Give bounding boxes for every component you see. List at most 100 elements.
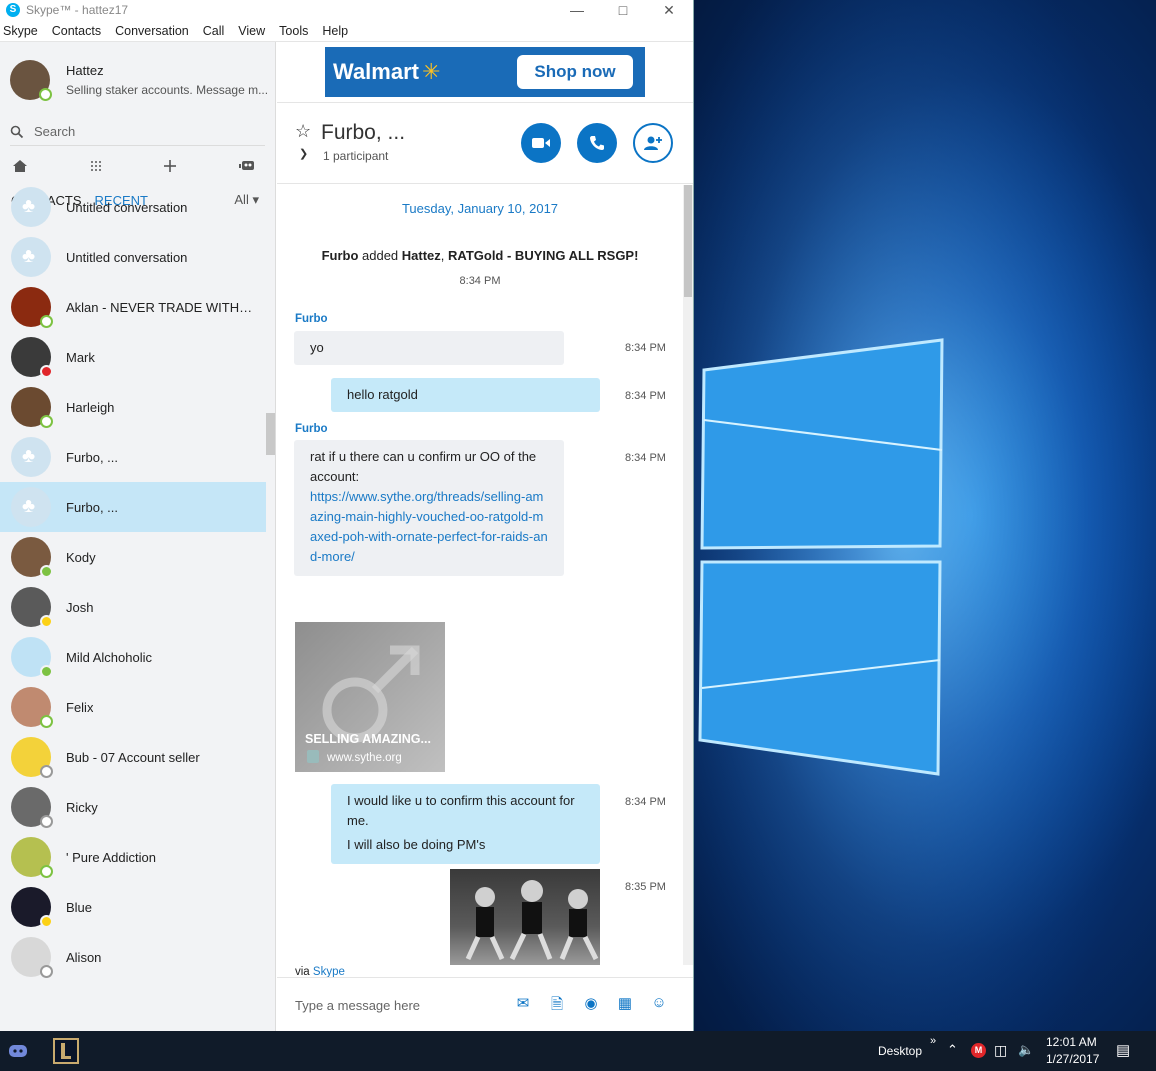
menu-bar: Skype Contacts Conversation Call View To… — [0, 20, 693, 42]
menu-tools[interactable]: Tools — [279, 24, 308, 38]
desktop-wallpaper — [694, 0, 1156, 1031]
ad-shop-button[interactable]: Shop now — [517, 55, 633, 89]
spark-icon: ✳ — [421, 59, 441, 84]
contact-row[interactable]: Alison — [0, 932, 266, 982]
video-message-icon[interactable]: ◉ — [581, 994, 601, 1014]
menu-conversation[interactable]: Conversation — [115, 24, 189, 38]
contact-avatar — [11, 887, 53, 928]
discord-app-icon[interactable] — [2, 1035, 34, 1067]
online-check-status-icon — [40, 665, 53, 678]
toolbar-overflow-icon[interactable]: » — [930, 1035, 936, 1047]
menu-call[interactable]: Call — [203, 24, 225, 38]
clock-date[interactable]: 1/27/2017 — [1046, 1052, 1099, 1066]
message-composer[interactable]: Type a message here ✉ 🗎 ◉ ▦ ☺ — [277, 977, 693, 1031]
away-status-icon — [40, 615, 53, 628]
favorite-star-icon[interactable]: ☆ — [295, 121, 311, 142]
conversation-header: ☆ Furbo, ... ❯ 1 participant — [277, 102, 693, 184]
menu-help[interactable]: Help — [322, 24, 348, 38]
send-file-icon[interactable]: 🗎 — [547, 994, 567, 1014]
contact-row[interactable]: Ricky — [0, 782, 266, 832]
dancers-image — [465, 880, 599, 961]
video-call-button[interactable] — [521, 123, 561, 163]
contact-name: Alison — [66, 949, 102, 965]
contact-avatar — [11, 687, 53, 728]
message-text: rat if u there can u confirm ur OO of th… — [310, 449, 537, 484]
antivirus-tray-icon[interactable]: M — [971, 1043, 986, 1058]
date-separator: Tuesday, January 10, 2017 — [401, 201, 559, 216]
profile-avatar[interactable] — [10, 60, 52, 101]
message-sender[interactable]: Furbo — [295, 423, 328, 435]
group-avatar-icon — [11, 487, 51, 527]
add-participant-button[interactable] — [633, 123, 673, 163]
search-input[interactable]: Search — [34, 124, 75, 139]
menu-view[interactable]: View — [238, 24, 265, 38]
contact-row[interactable]: Mark — [0, 332, 266, 382]
contact-name: Furbo, ... — [66, 499, 119, 515]
contact-row[interactable]: Mild Alchoholic — [0, 632, 266, 682]
clock-time[interactable]: 12:01 AM — [1046, 1035, 1097, 1049]
contact-avatar — [11, 837, 53, 878]
ad-banner[interactable]: Walmart ✳ Shop now — [325, 47, 645, 97]
image-attachment[interactable] — [450, 869, 600, 965]
action-center-icon[interactable]: ▤ — [1116, 1041, 1130, 1059]
shield-icon — [307, 750, 319, 763]
menu-contacts[interactable]: Contacts — [52, 24, 101, 38]
message-history: Tuesday, January 10, 2017 Furbo added Ha… — [277, 185, 683, 965]
maximize-button[interactable]: □ — [600, 0, 646, 20]
profile-mood[interactable]: Selling staker accounts. Message m... — [66, 83, 268, 97]
home-icon[interactable] — [12, 159, 28, 173]
search-box[interactable]: Search — [10, 118, 265, 146]
show-hidden-icons[interactable]: ⌃ — [947, 1042, 958, 1058]
message-bubble-incoming[interactable]: rat if u there can u confirm ur OO of th… — [294, 440, 564, 576]
contact-row[interactable]: Blue — [0, 882, 266, 932]
contact-row[interactable]: Josh — [0, 582, 266, 632]
message-bubble-incoming[interactable]: yo — [294, 331, 564, 365]
contact-row[interactable]: Furbo, ... — [0, 432, 266, 482]
sidebar-scrollbar[interactable] — [266, 413, 275, 455]
send-contact-icon[interactable]: ▦ — [615, 994, 635, 1014]
league-app-icon[interactable] — [50, 1035, 82, 1067]
volume-icon[interactable]: 🔈 — [1018, 1042, 1034, 1058]
desktop-toolbar[interactable]: Desktop — [878, 1044, 922, 1058]
bot-icon[interactable] — [238, 159, 257, 173]
profile-card[interactable]: Hattez Selling staker accounts. Message … — [0, 42, 275, 118]
message-sender[interactable]: Furbo — [295, 313, 328, 325]
contact-row[interactable]: Furbo, ... — [0, 482, 266, 532]
participant-count[interactable]: 1 participant — [323, 149, 388, 163]
conversation-title[interactable]: Furbo, ... — [321, 121, 405, 145]
close-button[interactable]: ✕ — [646, 0, 692, 20]
contact-row[interactable]: Harleigh — [0, 382, 266, 432]
contact-row[interactable]: Bub - 07 Account seller — [0, 732, 266, 782]
dialpad-icon[interactable] — [90, 160, 102, 172]
network-icon[interactable]: ◫ — [994, 1042, 1007, 1059]
contact-name: Mark — [66, 349, 95, 365]
contact-row[interactable]: Kody — [0, 532, 266, 582]
unknown-status-icon — [40, 965, 53, 978]
add-icon[interactable] — [163, 159, 177, 173]
send-photo-icon[interactable]: ✉ — [513, 994, 533, 1014]
skype-app-icon: S — [6, 3, 20, 17]
add-person-icon — [644, 136, 662, 150]
contact-row[interactable]: Untitled conversation — [0, 182, 266, 232]
chevron-right-icon[interactable]: ❯ — [299, 147, 308, 160]
chat-scrollbar-thumb[interactable] — [684, 185, 692, 297]
emoticon-icon[interactable]: ☺ — [649, 994, 669, 1014]
message-bubble-outgoing[interactable]: hello ratgold — [331, 378, 600, 412]
window-title: Skype™ - hattez17 — [26, 3, 129, 17]
contact-row[interactable]: Untitled conversation — [0, 232, 266, 282]
contact-row[interactable]: Felix — [0, 682, 266, 732]
contact-avatar — [11, 737, 53, 778]
message-link[interactable]: https://www.sythe.org/threads/selling-am… — [310, 489, 548, 564]
contact-name: Furbo, ... — [66, 449, 119, 465]
message-bubble-outgoing[interactable]: I would like u to confirm this account f… — [331, 784, 600, 864]
contact-row[interactable]: Aklan - NEVER TRADE WITHO... — [0, 282, 266, 332]
online-status-icon — [40, 715, 53, 728]
minimize-button[interactable]: — — [554, 0, 600, 20]
contact-row[interactable]: ' Pure Addiction — [0, 832, 266, 882]
menu-skype[interactable]: Skype — [3, 24, 38, 38]
recent-list: Untitled conversation Untitled conversati… — [0, 187, 266, 982]
link-preview-card[interactable]: SELLING AMAZING... www.sythe.org — [295, 622, 445, 772]
message-input[interactable]: Type a message here — [295, 998, 420, 1013]
audio-call-button[interactable] — [577, 123, 617, 163]
chat-scrollbar[interactable] — [683, 185, 693, 965]
